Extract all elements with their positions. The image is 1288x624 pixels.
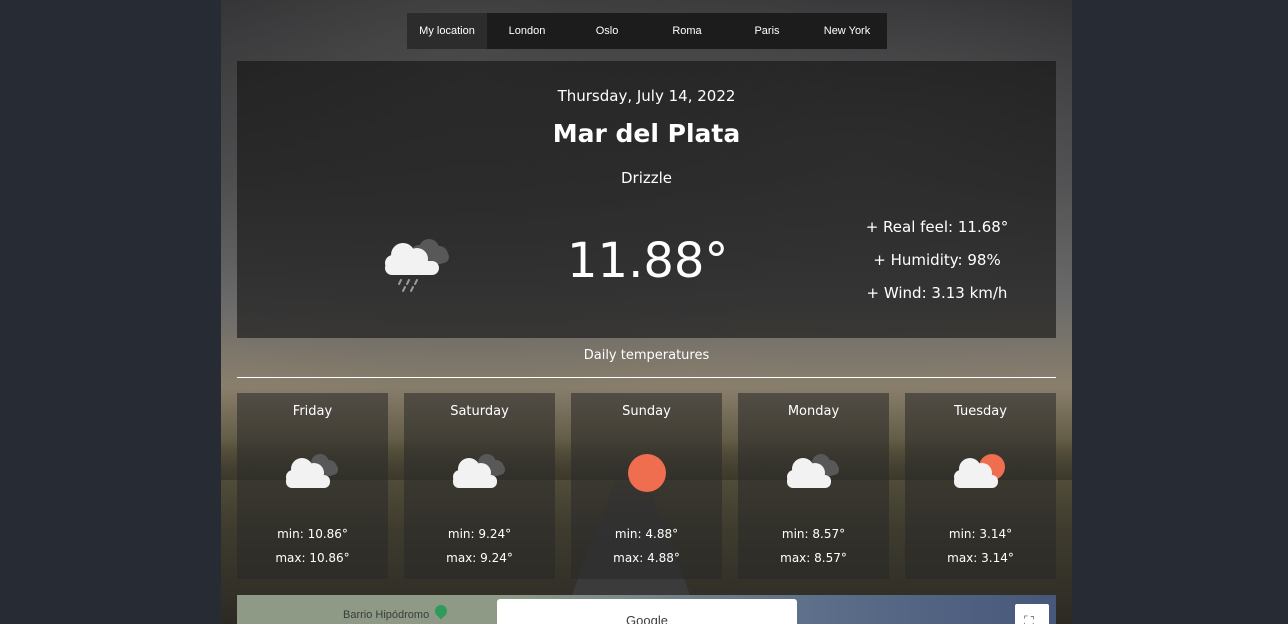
forecast-min: min: 4.88° bbox=[614, 527, 679, 541]
forecast-card-saturday: Saturday min: 9.24° max: 9.24° bbox=[404, 393, 555, 579]
current-temperature: 11.88° bbox=[567, 233, 729, 289]
cloudy-icon bbox=[282, 449, 342, 493]
tab-my-location[interactable]: My location bbox=[407, 13, 487, 49]
tab-london[interactable]: London bbox=[487, 13, 567, 49]
tab-roma[interactable]: Roma bbox=[647, 13, 727, 49]
fullscreen-icon: ⛶ bbox=[1024, 614, 1034, 624]
tab-new-york[interactable]: New York bbox=[807, 13, 887, 49]
partly-cloudy-icon bbox=[950, 449, 1010, 493]
sun-icon bbox=[616, 449, 676, 493]
forecast-card-tuesday: Tuesday min: 3.14° max: 3.14° bbox=[905, 393, 1056, 579]
forecast-card-monday: Monday min: 8.57° max: 8.57° bbox=[738, 393, 889, 579]
current-date: Thursday, July 14, 2022 bbox=[557, 87, 736, 105]
forecast-day: Monday bbox=[787, 404, 840, 419]
divider bbox=[237, 377, 1056, 378]
forecast-day: Saturday bbox=[450, 404, 509, 419]
forecast-max: max: 4.88° bbox=[613, 551, 680, 565]
forecast-card-friday: Friday min: 10.86° max: 10.86° bbox=[237, 393, 388, 579]
forecast-day: Friday bbox=[292, 404, 333, 419]
tab-oslo[interactable]: Oslo bbox=[567, 13, 647, 49]
humidity: + Humidity: 98% bbox=[873, 251, 1001, 269]
forecast-card-sunday: Sunday min: 4.88° max: 4.88° bbox=[571, 393, 722, 579]
forecast-day: Sunday bbox=[622, 404, 671, 419]
map-place-label: Barrio Hipódromo bbox=[343, 609, 430, 621]
map-dialog: Google bbox=[497, 599, 797, 624]
forecast-day: Tuesday bbox=[954, 404, 1007, 419]
weather-condition: Drizzle bbox=[620, 169, 673, 187]
map-embed[interactable]: Barrio Hipódromo Google ⛶ bbox=[237, 595, 1056, 624]
cloudy-icon bbox=[783, 449, 843, 493]
forecast-min: min: 10.86° bbox=[277, 527, 348, 541]
map-pin-icon bbox=[432, 602, 450, 620]
forecast-min: min: 9.24° bbox=[447, 527, 512, 541]
city-name: Mar del Plata bbox=[552, 119, 741, 148]
current-weather-panel: Thursday, July 14, 2022 Mar del Plata Dr… bbox=[237, 61, 1056, 338]
map-dialog-title: Google bbox=[626, 613, 668, 624]
drizzle-cloud-icon bbox=[383, 233, 453, 295]
real-feel: + Real feel: 11.68° bbox=[865, 218, 1009, 236]
tab-paris[interactable]: Paris bbox=[727, 13, 807, 49]
city-tabs: My location London Oslo Roma Paris New Y… bbox=[407, 13, 887, 49]
daily-temperatures-title: Daily temperatures bbox=[583, 348, 710, 363]
wind: + Wind: 3.13 km/h bbox=[866, 284, 1008, 302]
daily-forecast: Friday min: 10.86° max: 10.86° Saturday … bbox=[237, 393, 1056, 579]
forecast-min: min: 3.14° bbox=[948, 527, 1013, 541]
forecast-max: max: 3.14° bbox=[947, 551, 1014, 565]
forecast-max: max: 8.57° bbox=[780, 551, 847, 565]
weather-details: + Real feel: 11.68° + Humidity: 98% + Wi… bbox=[837, 216, 1037, 315]
forecast-min: min: 8.57° bbox=[781, 527, 846, 541]
forecast-max: max: 9.24° bbox=[446, 551, 513, 565]
app-root: My location London Oslo Roma Paris New Y… bbox=[221, 0, 1072, 624]
fullscreen-button[interactable]: ⛶ bbox=[1015, 604, 1049, 624]
forecast-max: max: 10.86° bbox=[275, 551, 350, 565]
cloudy-icon bbox=[449, 449, 509, 493]
